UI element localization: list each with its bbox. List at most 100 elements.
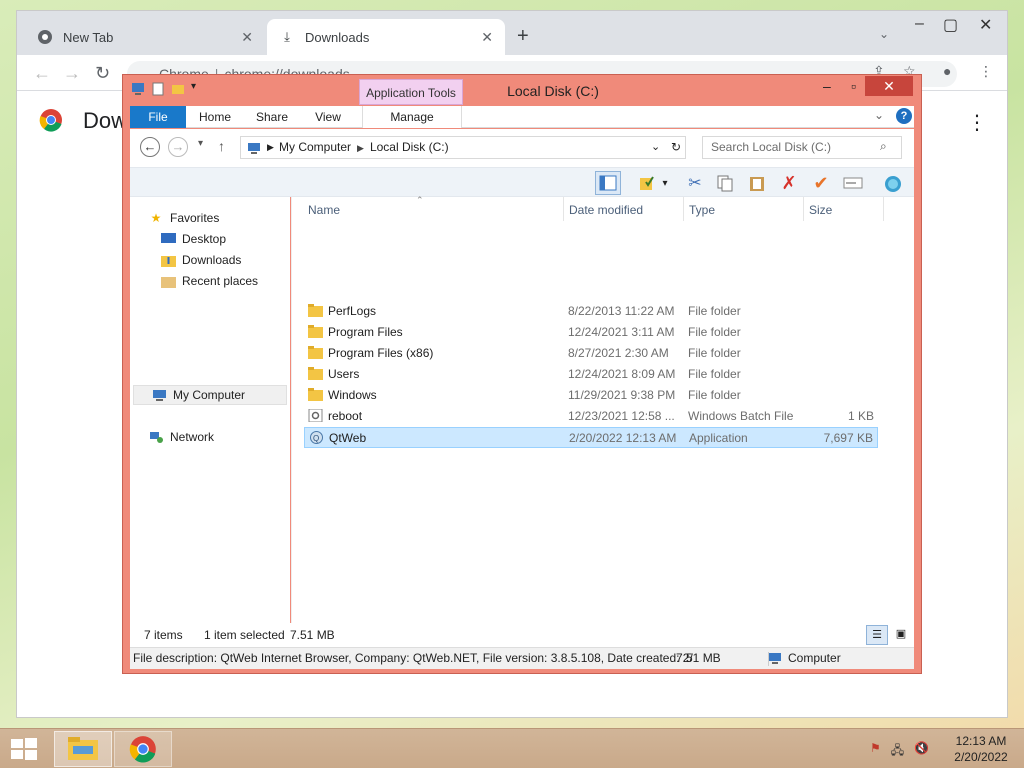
reload-icon[interactable]: ↻ [95, 63, 110, 84]
expand-ribbon-icon[interactable]: ⌄ [874, 108, 884, 122]
search-icon[interactable]: ⌕ [880, 139, 887, 154]
nav-label: Favorites [170, 211, 220, 225]
chevron-down-icon[interactable]: ⌄ [651, 137, 660, 158]
recent-locations-icon[interactable]: ▾ [198, 138, 203, 149]
search-input[interactable]: Search Local Disk (C:) [702, 136, 902, 159]
explorer-titlebar: ▾ Application Tools Local Disk (C:) – ▫ … [123, 75, 921, 105]
file-row-users[interactable]: Users 12/24/2021 8:09 AM File folder [304, 364, 878, 385]
close-icon[interactable]: ✕ [481, 29, 493, 46]
file-description: File description: QtWeb Internet Browser… [133, 651, 693, 665]
svg-text:Q: Q [313, 434, 319, 443]
action-center-flag-icon[interactable]: ⚑ [870, 741, 881, 762]
chevron-down-icon[interactable]: ⌄ [879, 27, 889, 41]
nav-network[interactable]: Network [148, 427, 214, 447]
details-view-button[interactable]: ☰ [866, 625, 888, 645]
file-row-windows[interactable]: Windows 11/29/2021 9:38 PM File folder [304, 385, 878, 406]
navigation-pane: ★ Favorites Desktop Downloads Recent pla… [130, 197, 290, 623]
breadcrumb-local-disk[interactable]: Local Disk (C:) [370, 140, 449, 154]
avatar[interactable]: ● [943, 63, 951, 79]
file-date: 12/24/2021 8:09 AM [568, 367, 676, 381]
chevron-down-icon[interactable]: ▾ [658, 171, 672, 195]
taskbar-explorer-button[interactable] [54, 731, 112, 767]
file-type: File folder [688, 304, 741, 318]
file-date: 2/20/2022 12:13 AM [569, 431, 677, 445]
download-icon: ⤓ [284, 29, 290, 44]
forward-arrow-icon[interactable]: → [63, 63, 81, 84]
tab-new-tab[interactable]: New Tab ✕ [25, 19, 265, 55]
tab-downloads[interactable]: ⤓ Downloads ✕ [267, 19, 505, 55]
column-header-date[interactable]: Date modified [569, 203, 643, 217]
maximize-icon[interactable]: ▢ [943, 15, 958, 35]
network-icon[interactable]: 🖧 [891, 741, 904, 762]
column-divider[interactable] [883, 197, 884, 221]
tab-manage[interactable]: Manage [362, 106, 462, 128]
tab-share[interactable]: Share [248, 106, 296, 128]
taskbar-chrome-button[interactable] [114, 731, 172, 767]
nav-recent-places[interactable]: Recent places [160, 271, 258, 291]
network-icon [148, 430, 164, 444]
nav-downloads[interactable]: Downloads [160, 250, 241, 270]
checkmark-icon[interactable]: ✔ [808, 171, 834, 195]
preview-pane-button[interactable] [595, 171, 621, 195]
file-name: Users [328, 367, 360, 381]
file-name: Program Files (x86) [328, 346, 434, 360]
column-header-type[interactable]: Type [689, 203, 715, 217]
address-input[interactable]: ▶ My Computer ▶ Local Disk (C:) ⌄ ↻ [240, 136, 686, 159]
properties-button[interactable] [634, 171, 660, 195]
file-type: File folder [688, 346, 741, 360]
chevron-right-icon[interactable]: ▶ [267, 137, 274, 158]
help-icon[interactable]: ? [896, 108, 912, 124]
nav-my-computer[interactable]: My Computer [133, 385, 287, 405]
windows-start-icon[interactable] [10, 737, 38, 761]
menu-icon[interactable]: ⋮ [979, 63, 993, 80]
close-icon[interactable]: ✕ [979, 15, 992, 35]
file-row-qtweb[interactable]: Q QtWeb 2/20/2022 12:13 AM Application 7… [304, 427, 878, 448]
close-button[interactable]: ✕ [865, 76, 913, 96]
large-icons-view-button[interactable]: ▣ [890, 625, 912, 645]
refresh-icon[interactable]: ↻ [671, 137, 681, 158]
tab-label: New Tab [63, 29, 114, 45]
column-header-name[interactable]: Name [308, 203, 340, 217]
rename-icon[interactable] [840, 171, 866, 195]
file-explorer-icon [68, 737, 98, 760]
close-icon[interactable]: ✕ [241, 29, 253, 46]
up-arrow-icon[interactable]: ↑ [218, 138, 225, 154]
minimize-icon[interactable]: – [823, 78, 831, 94]
delete-icon[interactable]: ✗ [776, 171, 802, 195]
clock[interactable]: 12:13 AM 2/20/2022 [946, 733, 1016, 765]
new-folder-icon[interactable] [171, 81, 185, 97]
column-divider[interactable] [563, 197, 564, 221]
copy-icon[interactable] [712, 171, 738, 195]
tab-view[interactable]: View [306, 106, 350, 128]
qtweb-app-icon: Q [310, 431, 323, 444]
back-arrow-icon[interactable]: ← [33, 63, 51, 84]
tab-home[interactable]: Home [190, 106, 240, 128]
nav-desktop[interactable]: Desktop [160, 229, 226, 249]
properties-icon[interactable] [151, 81, 165, 97]
column-divider[interactable] [803, 197, 804, 221]
folder-icon [308, 367, 323, 380]
forward-button[interactable]: → [168, 137, 188, 157]
back-button[interactable]: ← [140, 137, 160, 157]
chevron-right-icon[interactable]: ▶ [357, 143, 364, 153]
minimize-icon[interactable]: – [915, 15, 924, 33]
paste-icon[interactable] [744, 171, 770, 195]
nav-favorites[interactable]: ★ Favorites [148, 208, 220, 228]
cut-icon[interactable]: ✂ [682, 171, 708, 195]
maximize-icon[interactable]: ▫ [851, 78, 856, 94]
more-icon[interactable]: ⋮ [967, 110, 987, 135]
file-row-perflogs[interactable]: PerfLogs 8/22/2013 11:22 AM File folder [304, 301, 878, 322]
nav-label: Network [170, 430, 215, 444]
volume-muted-icon[interactable]: 🔇 [914, 741, 929, 762]
tab-file[interactable]: File [130, 106, 186, 128]
breadcrumb-my-computer[interactable]: My Computer [279, 140, 351, 154]
computer-icon [151, 388, 167, 402]
column-divider[interactable] [683, 197, 684, 221]
file-row-reboot[interactable]: reboot 12/23/2021 12:58 ... Windows Batc… [304, 406, 878, 427]
file-row-program-files-x86[interactable]: Program Files (x86) 8/27/2021 2:30 AM Fi… [304, 343, 878, 364]
column-header-size[interactable]: Size [809, 203, 832, 217]
shell-icon[interactable] [880, 171, 906, 195]
new-tab-button[interactable]: + [517, 25, 529, 48]
file-row-program-files[interactable]: Program Files 12/24/2021 3:11 AM File fo… [304, 322, 878, 343]
chevron-down-icon[interactable]: ▾ [191, 81, 196, 97]
